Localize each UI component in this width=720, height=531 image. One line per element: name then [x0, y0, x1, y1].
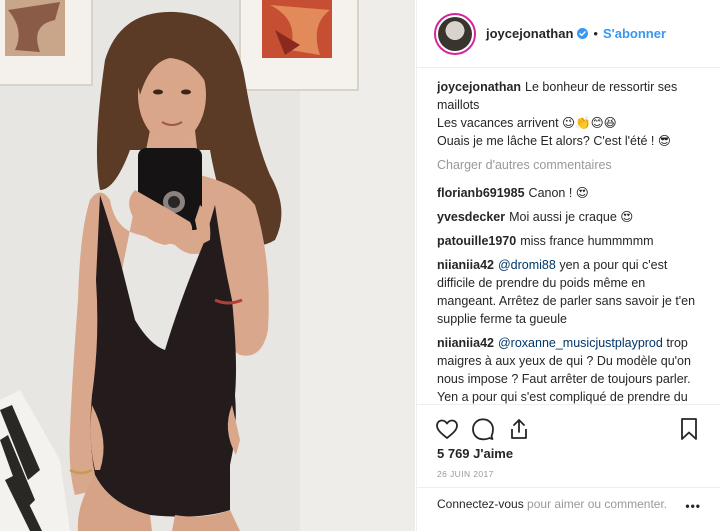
- post-sidebar: joycejonathan • S'abonner joycejonathan L…: [416, 0, 720, 531]
- load-more-comments-button[interactable]: Charger d'autres commentaires: [437, 156, 705, 174]
- comment-username[interactable]: niianiia42: [437, 336, 494, 350]
- follow-button[interactable]: S'abonner: [603, 26, 666, 41]
- bookmark-icon[interactable]: [677, 417, 701, 441]
- login-prompt-text: pour aimer ou commenter.: [523, 497, 668, 511]
- avatar[interactable]: [434, 12, 476, 55]
- post-header: joycejonathan • S'abonner: [417, 0, 720, 68]
- comment-item: niianiia42 @dromi88 yen a pour qui c'est …: [437, 256, 705, 328]
- more-options-button[interactable]: •••: [685, 498, 701, 514]
- caption-username[interactable]: joycejonathan: [437, 80, 521, 94]
- comment-mention[interactable]: @roxanne_musicjustplayprod: [498, 336, 663, 350]
- header-separator: •: [593, 26, 598, 41]
- login-prompt: Connectez-vous pour aimer ou commenter. …: [417, 487, 720, 531]
- comment-username[interactable]: patouille1970: [437, 234, 516, 248]
- comment-username[interactable]: yvesdecker: [437, 210, 505, 224]
- likes-count[interactable]: 5 769 J'aime: [437, 446, 513, 461]
- comment-item: niianiia42 @roxanne_musicjustplayprod tro…: [437, 334, 705, 404]
- comment-item: yvesdecker Moi aussi je craque 😍: [437, 208, 705, 226]
- comment-item: patouille1970 miss france hummmmm: [437, 232, 705, 250]
- action-bar: [417, 404, 720, 451]
- comment-item: florianb691985 Canon ! 😍: [437, 184, 705, 202]
- comments-list[interactable]: joycejonathan Le bonheur de ressortir ses…: [437, 78, 705, 404]
- comment-mention[interactable]: @dromi88: [498, 258, 556, 272]
- heart-icon[interactable]: [435, 417, 459, 441]
- verified-badge-icon: [577, 28, 589, 39]
- comment-username[interactable]: florianb691985: [437, 186, 525, 200]
- caption: joycejonathan Le bonheur de ressortir ses…: [437, 78, 705, 150]
- comment-text: Canon ! 😍: [528, 186, 589, 200]
- login-link[interactable]: Connectez-vous: [437, 497, 524, 511]
- comment-bubble-icon[interactable]: [471, 417, 495, 441]
- post-photo-illustration: [0, 0, 415, 531]
- share-icon[interactable]: [507, 417, 531, 441]
- post-photo[interactable]: [0, 0, 415, 531]
- comment-text: Moi aussi je craque 😍: [509, 210, 634, 224]
- header-username[interactable]: joycejonathan: [486, 26, 573, 41]
- post-date: 26 JUIN 2017: [437, 469, 494, 479]
- comment-text: miss france hummmmm: [520, 234, 654, 248]
- comment-username[interactable]: niianiia42: [437, 258, 494, 272]
